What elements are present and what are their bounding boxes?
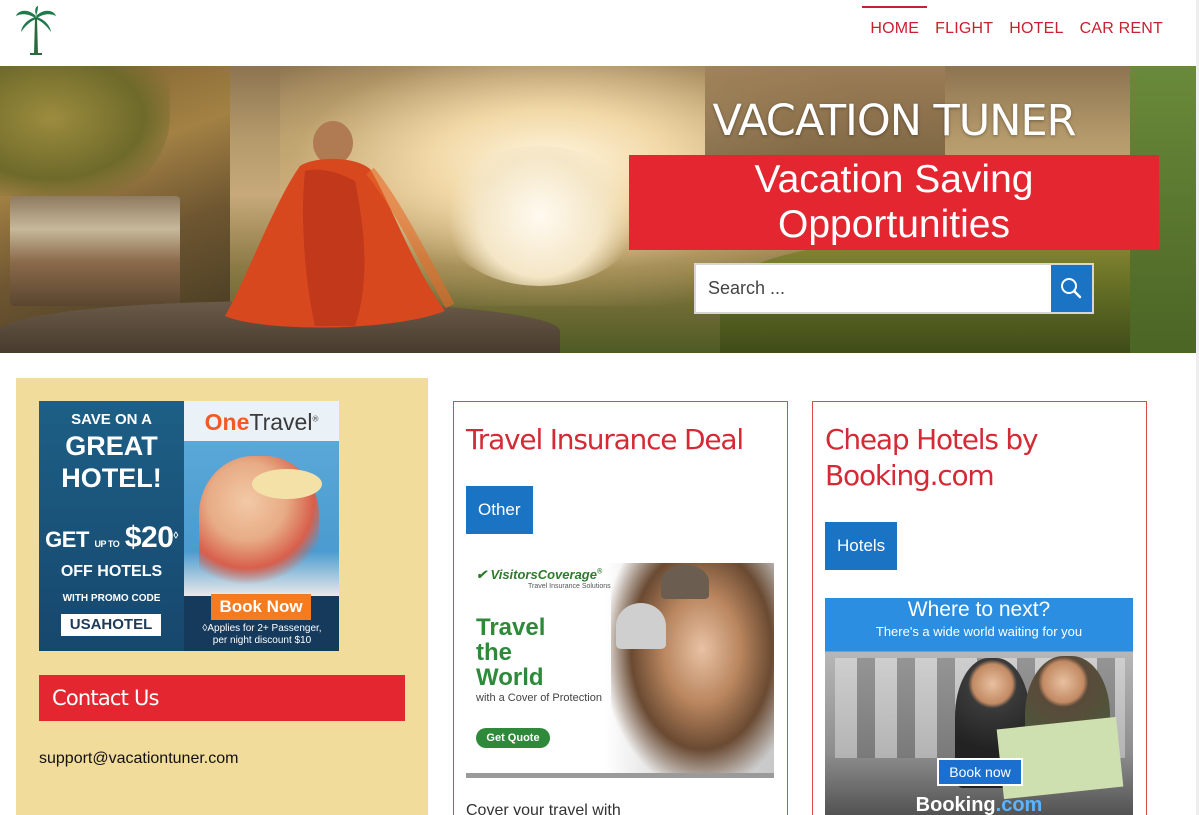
nav-flight[interactable]: FLIGHT [927,6,1001,46]
booking-logo-domain: .com [995,794,1043,815]
deal-card-travel-insurance: Travel Insurance Deal Other ✔ VisitorsCo… [453,401,788,815]
tagline-line-1: Vacation Saving [754,158,1034,201]
search-button[interactable] [1051,265,1092,312]
logo-mark: ® [312,414,319,424]
search-input[interactable] [696,265,1052,312]
ad-fine-print: ◊Applies for 2+ Passenger, per night dis… [187,623,337,647]
onetravel-logo: OneTravel® [184,409,339,436]
ad-line-1: SAVE ON A [71,411,152,428]
ad-book-now-button[interactable]: Book Now [211,594,311,620]
ad-line-3: HOTEL! [61,463,162,493]
site-header: HOME FLIGHT HOTEL CAR RENT [0,0,1199,66]
ad-photo-hat-2 [661,565,709,599]
nav-home[interactable]: HOME [862,6,928,46]
card-title[interactable]: Cheap Hotels by Booking.com [825,422,1135,494]
visitorscoverage-logo: ✔ VisitorsCoverage® [476,567,603,582]
site-title: VACATION TUNER [712,96,1076,146]
vc-logo-text: VisitorsCoverage [490,567,597,582]
ad-fine-line-2: per night discount $10 [212,635,312,646]
hero-monastery [10,196,180,306]
tagline-line-2: Opportunities [778,203,1010,246]
category-tag-other[interactable]: Other [466,486,533,534]
booking-logo-text: Booking [915,794,996,815]
tagline-box: Vacation Saving Opportunities [629,155,1159,250]
ad-offer: GET UP TO $20◊ [39,521,184,555]
ad-get: GET [45,527,89,552]
booking-ad[interactable]: Where to next? There's a wide world wait… [825,598,1133,815]
visitorscoverage-ad[interactable]: ✔ VisitorsCoverage® Travel Insurance Sol… [466,563,774,778]
ad-up-to: UP TO [94,539,120,549]
category-tag-hotels[interactable]: Hotels [825,522,898,570]
hero-monk-figure [225,121,455,328]
logo-one: One [204,409,250,435]
book-now-button[interactable]: Book now [937,758,1023,786]
ad-off-hotels: OFF HOTELS [60,563,163,580]
vc-headline-3: World [476,664,544,691]
card-title[interactable]: Travel Insurance Deal [466,422,776,458]
hero-cloud [440,146,640,286]
ad-fine-line-1: ◊Applies for 2+ Passenger, [202,623,322,634]
search-icon [1061,278,1082,299]
contact-email[interactable]: support@vacationtuner.com [39,750,238,768]
logo-travel: Travel [249,409,313,435]
vc-headline: Travel the World [476,615,545,690]
ad-photo-hat [252,469,322,499]
vc-logo-mark: ® [596,568,603,576]
main-nav: HOME FLIGHT HOTEL CAR RENT [862,6,1171,46]
ad-photo-hat [616,603,666,649]
ad-promo-label: WITH PROMO CODE [62,593,161,604]
ad-amount: $20 [124,521,174,554]
vc-headline-2: the [476,639,512,666]
booking-logo: Booking.com [825,794,1133,815]
contact-heading: Contact Us [39,675,405,721]
palm-tree-icon[interactable] [14,6,58,56]
card-excerpt: Cover your travel with [466,802,621,815]
ad-line-2: GREAT [65,431,158,461]
deal-card-cheap-hotels: Cheap Hotels by Booking.com Hotels Where… [812,401,1147,815]
hero-banner: VACATION TUNER Vacation Saving Opportuni… [0,66,1196,353]
onetravel-ad[interactable]: SAVE ON A GREAT HOTEL! GET UP TO $20◊ OF… [39,401,339,651]
nav-hotel[interactable]: HOTEL [1001,6,1071,46]
ad-promo-code: USAHOTEL [61,614,161,636]
nav-car-rent[interactable]: CAR RENT [1072,6,1171,46]
vc-headline-1: Travel [476,614,546,641]
vc-cover-text: with a Cover of Protection [476,692,602,704]
vc-logo-subtitle: Travel Insurance Solutions [528,583,611,590]
booking-headline: Where to next? [907,598,1051,621]
sidebar: SAVE ON A GREAT HOTEL! GET UP TO $20◊ OF… [16,378,428,815]
ad-amount-mark: ◊ [173,530,178,542]
get-quote-button[interactable]: Get Quote [476,728,550,748]
search-form [694,263,1094,314]
booking-subline: There's a wide world waiting for you [875,624,1083,639]
